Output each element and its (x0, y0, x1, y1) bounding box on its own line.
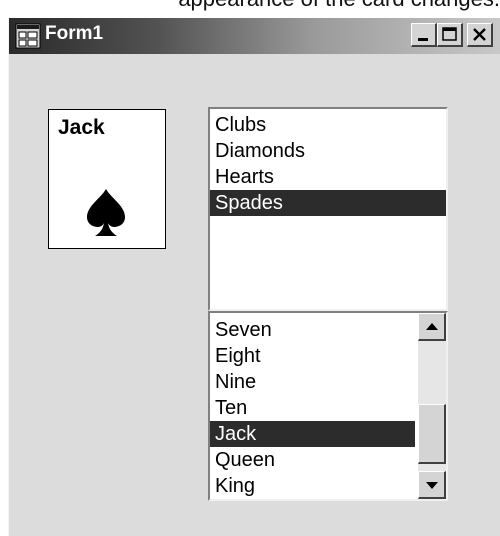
suit-item-spades[interactable]: Spades (210, 190, 446, 216)
rank-item-eight[interactable]: Eight (210, 343, 415, 369)
form-window: Form1 Jack Clubs Diamonds Hearts Spades (8, 18, 500, 536)
rank-item-seven[interactable]: Seven (210, 317, 415, 343)
card-rank-label: Jack (58, 116, 105, 139)
rank-item-ten[interactable]: Ten (210, 395, 415, 421)
suit-item-clubs[interactable]: Clubs (210, 112, 446, 138)
suit-listbox[interactable]: Clubs Diamonds Hearts Spades (208, 107, 448, 311)
close-button[interactable] (467, 23, 493, 47)
form-icon (15, 23, 41, 49)
page-caption: appearance of the card changes. (0, 0, 500, 12)
spade-icon (87, 189, 125, 236)
minimize-button[interactable] (411, 23, 437, 47)
rank-item-queen[interactable]: Queen (210, 447, 415, 473)
maximize-button[interactable] (437, 23, 463, 47)
arrow-up-icon (426, 323, 438, 330)
minimize-icon (418, 38, 428, 41)
card-display: Jack (48, 109, 166, 249)
scroll-thumb[interactable] (418, 404, 446, 464)
rank-scrollbar[interactable] (418, 313, 446, 499)
rank-item-nine[interactable]: Nine (210, 369, 415, 395)
suit-item-hearts[interactable]: Hearts (210, 164, 446, 190)
window-title: Form1 (45, 23, 104, 44)
maximize-icon (442, 27, 457, 41)
rank-items: Seven Eight Nine Ten Jack Queen King (210, 317, 415, 499)
close-icon (473, 28, 486, 41)
arrow-down-icon (426, 482, 438, 489)
rank-listbox[interactable]: Seven Eight Nine Ten Jack Queen King (208, 311, 448, 501)
scroll-down-button[interactable] (418, 471, 446, 499)
rank-item-king[interactable]: King (210, 473, 415, 499)
title-bar[interactable]: Form1 (9, 18, 500, 54)
suit-item-diamonds[interactable]: Diamonds (210, 138, 446, 164)
rank-item-jack[interactable]: Jack (210, 421, 415, 447)
scroll-up-button[interactable] (418, 313, 446, 341)
